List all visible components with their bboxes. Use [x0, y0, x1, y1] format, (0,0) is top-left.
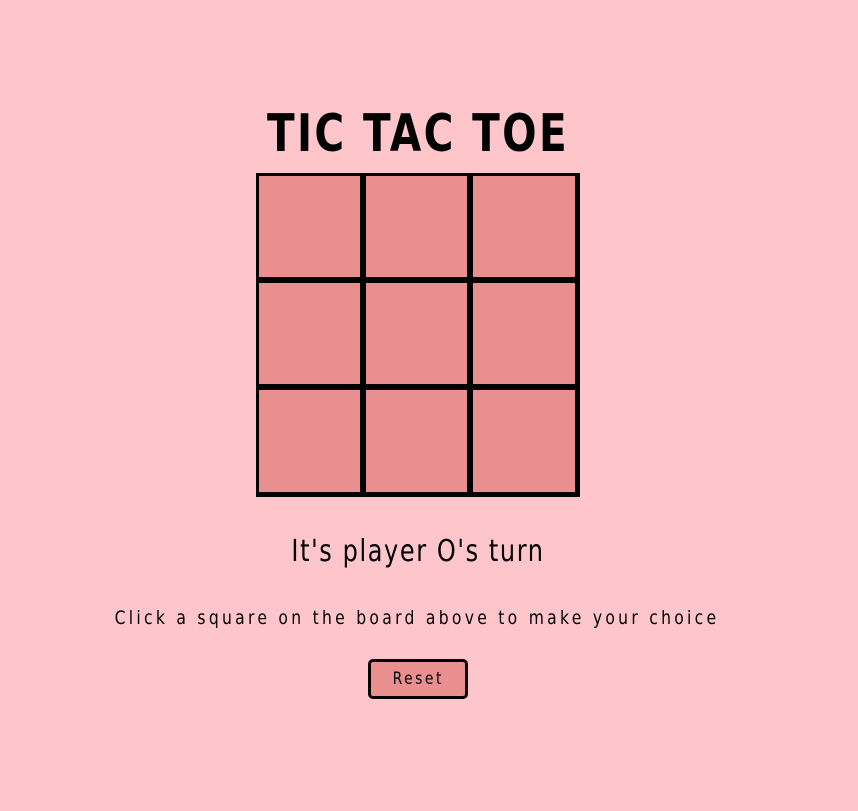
- page-title: TIC TAC TOE: [266, 103, 570, 164]
- board-square-4[interactable]: [259, 283, 360, 384]
- board-square-7[interactable]: [259, 390, 360, 492]
- reset-button-label: Reset: [392, 669, 444, 689]
- game-page: TIC TAC TOE It's player O's turn Click a…: [0, 0, 858, 811]
- board-square-3[interactable]: [473, 176, 575, 277]
- board-square-8[interactable]: [366, 390, 467, 492]
- board-square-6[interactable]: [473, 283, 575, 384]
- board-square-9[interactable]: [473, 390, 575, 492]
- turn-status: It's player O's turn: [291, 534, 545, 569]
- board-square-2[interactable]: [366, 176, 467, 277]
- game-board: [256, 173, 580, 497]
- board-square-1[interactable]: [259, 176, 360, 277]
- instructions-text: Click a square on the board above to mak…: [114, 607, 720, 629]
- board-square-5[interactable]: [366, 283, 467, 384]
- reset-button[interactable]: Reset: [368, 659, 468, 699]
